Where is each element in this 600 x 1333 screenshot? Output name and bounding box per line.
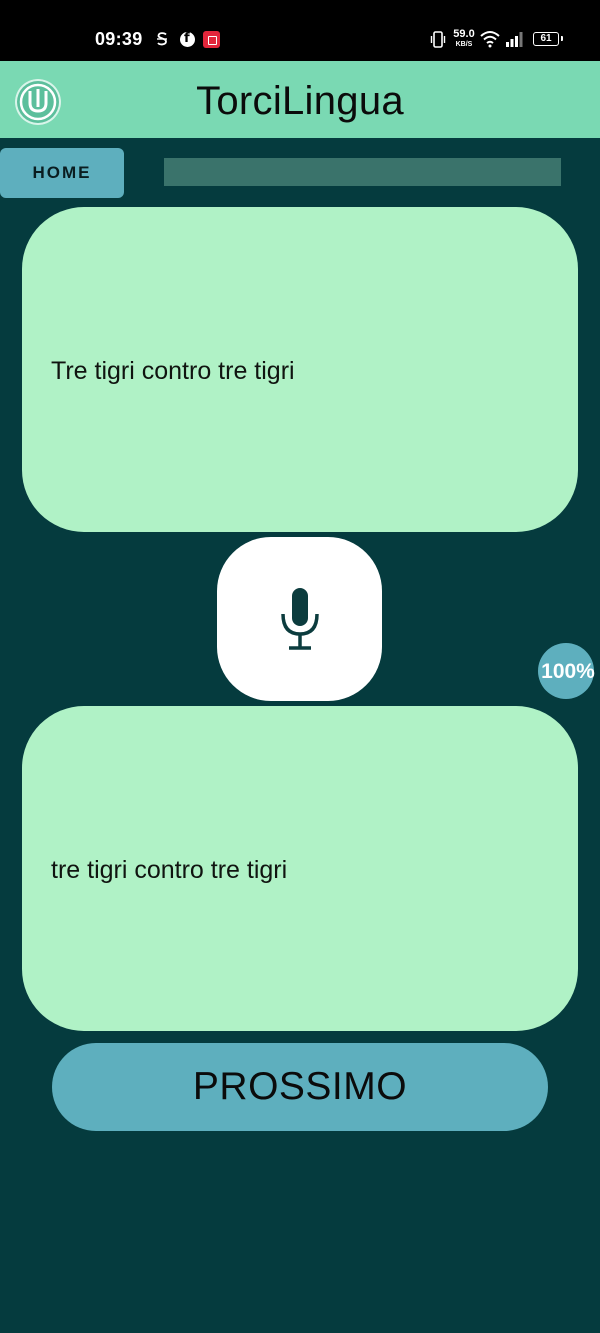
home-button[interactable]: HOME [0, 148, 124, 198]
s-icon [157, 32, 167, 46]
app-title: TorciLingua [196, 79, 404, 123]
microphone-icon [281, 588, 319, 650]
status-bar: 09:39 59.0 KB/S 61 [0, 0, 600, 61]
next-button-label: PROSSIMO [192, 1065, 408, 1108]
result-card: tre tigri contro tre tigri [22, 706, 578, 1031]
prompt-card: Tre tigri contro tre tigri [22, 207, 578, 532]
result-text: tre tigri contro tre tigri [51, 856, 288, 884]
next-button[interactable]: PROSSIMO [52, 1043, 548, 1131]
progress-bar [164, 158, 561, 186]
network-speed-value: 59.0 [453, 28, 475, 40]
app-bar: TorciLingua [0, 61, 600, 138]
signal-icon [506, 32, 523, 47]
score-value: 100% [541, 660, 595, 683]
microphone-button[interactable] [217, 537, 382, 701]
app-screen: 09:39 59.0 KB/S 61 [0, 0, 600, 1333]
vibrate-icon [430, 31, 446, 48]
prompt-text: Tre tigri contro tre tigri [51, 357, 295, 385]
score-badge: 100% [538, 643, 595, 699]
network-speed-unit: KB/S [455, 41, 473, 48]
wifi-icon [480, 31, 500, 48]
network-speed: 59.0 KB/S [452, 28, 476, 49]
screen-record-icon [203, 31, 220, 48]
facebook-icon [180, 31, 195, 47]
status-time: 09:39 [95, 29, 143, 49]
battery-icon: 61 [533, 32, 563, 46]
